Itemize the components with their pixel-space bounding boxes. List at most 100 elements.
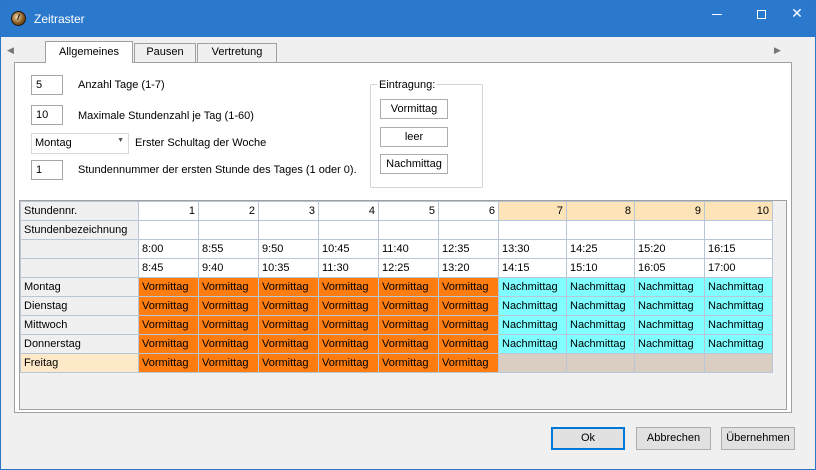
schedule-cell[interactable]: Vormittag	[438, 353, 499, 373]
schedule-cell[interactable]: Vormittag	[378, 277, 439, 297]
first-hour-label: Stundennummer der ersten Stunde des Tage…	[78, 164, 357, 176]
first-hour-input[interactable]: 1	[31, 160, 63, 180]
end-time-cell[interactable]: 9:40	[198, 258, 259, 278]
maximize-button[interactable]	[741, 1, 781, 29]
start-time-cell[interactable]: 14:25	[566, 239, 635, 259]
nachmittag-button[interactable]: Nachmittag	[380, 154, 448, 174]
schedule-cell[interactable]: Vormittag	[378, 296, 439, 316]
hour-number-cell: 4	[318, 201, 379, 221]
hour-label-cell[interactable]	[634, 220, 705, 240]
schedule-cell[interactable]: Nachmittag	[634, 315, 705, 335]
schedule-cell[interactable]: Vormittag	[378, 334, 439, 354]
hour-label-cell[interactable]	[704, 220, 773, 240]
schedule-cell[interactable]: Nachmittag	[634, 277, 705, 297]
schedule-cell[interactable]: Nachmittag	[704, 277, 773, 297]
schedule-cell[interactable]: Vormittag	[318, 315, 379, 335]
end-time-cell[interactable]: 8:45	[138, 258, 199, 278]
schedule-cell[interactable]: Vormittag	[198, 315, 259, 335]
vormittag-button[interactable]: Vormittag	[380, 99, 448, 119]
schedule-cell[interactable]: Nachmittag	[498, 296, 567, 316]
schedule-cell[interactable]: Vormittag	[138, 334, 199, 354]
schedule-cell[interactable]: Vormittag	[258, 296, 319, 316]
end-time-cell[interactable]: 17:00	[704, 258, 773, 278]
schedule-cell[interactable]	[566, 353, 635, 373]
schedule-cell[interactable]: Vormittag	[438, 296, 499, 316]
end-time-cell[interactable]: 16:05	[634, 258, 705, 278]
hour-label-cell[interactable]	[318, 220, 379, 240]
schedule-cell[interactable]: Nachmittag	[498, 315, 567, 335]
end-time-cell[interactable]: 13:20	[438, 258, 499, 278]
minimize-button[interactable]	[697, 1, 737, 29]
schedule-cell[interactable]: Nachmittag	[566, 296, 635, 316]
schedule-cell[interactable]: Vormittag	[198, 277, 259, 297]
schedule-cell[interactable]: Nachmittag	[704, 334, 773, 354]
start-time-cell[interactable]: 13:30	[498, 239, 567, 259]
schedule-cell[interactable]: Vormittag	[378, 315, 439, 335]
hour-label-cell[interactable]	[566, 220, 635, 240]
close-button[interactable]: ✕	[777, 1, 816, 29]
end-time-cell[interactable]: 14:15	[498, 258, 567, 278]
end-time-cell[interactable]: 15:10	[566, 258, 635, 278]
cancel-button[interactable]: Abbrechen	[636, 427, 711, 450]
schedule-cell[interactable]: Nachmittag	[704, 315, 773, 335]
schedule-cell[interactable]: Vormittag	[138, 315, 199, 335]
schedule-cell[interactable]: Nachmittag	[566, 277, 635, 297]
schedule-cell[interactable]: Vormittag	[318, 296, 379, 316]
schedule-cell[interactable]: Vormittag	[258, 334, 319, 354]
schedule-cell[interactable]: Vormittag	[198, 334, 259, 354]
schedule-cell[interactable]: Nachmittag	[634, 296, 705, 316]
schedule-cell[interactable]: Vormittag	[318, 277, 379, 297]
max-hours-input[interactable]: 10	[31, 105, 63, 125]
hour-label-cell[interactable]	[258, 220, 319, 240]
schedule-cell[interactable]	[634, 353, 705, 373]
schedule-cell[interactable]: Vormittag	[438, 315, 499, 335]
schedule-cell[interactable]: Nachmittag	[704, 296, 773, 316]
schedule-cell[interactable]: Nachmittag	[566, 334, 635, 354]
schedule-cell[interactable]: Vormittag	[318, 334, 379, 354]
start-time-cell[interactable]: 10:45	[318, 239, 379, 259]
start-time-cell[interactable]: 15:20	[634, 239, 705, 259]
schedule-cell[interactable]: Nachmittag	[498, 277, 567, 297]
schedule-cell[interactable]	[704, 353, 773, 373]
hour-label-cell[interactable]	[438, 220, 499, 240]
schedule-cell[interactable]: Vormittag	[138, 277, 199, 297]
schedule-cell[interactable]: Nachmittag	[566, 315, 635, 335]
start-time-cell[interactable]: 12:35	[438, 239, 499, 259]
tab-allgemeines[interactable]: Allgemeines	[45, 41, 133, 63]
days-input[interactable]: 5	[31, 75, 63, 95]
schedule-cell[interactable]: Nachmittag	[498, 334, 567, 354]
schedule-cell[interactable]: Vormittag	[258, 315, 319, 335]
tab-vertretung[interactable]: Vertretung	[197, 43, 277, 62]
hour-label-cell[interactable]	[138, 220, 199, 240]
apply-button[interactable]: Übernehmen	[721, 427, 795, 450]
hour-label-cell[interactable]	[378, 220, 439, 240]
start-time-cell[interactable]: 8:00	[138, 239, 199, 259]
hour-label-cell[interactable]	[198, 220, 259, 240]
start-time-cell[interactable]: 8:55	[198, 239, 259, 259]
schedule-cell[interactable]: Vormittag	[198, 353, 259, 373]
end-time-cell[interactable]: 12:25	[378, 258, 439, 278]
schedule-cell[interactable]: Vormittag	[138, 353, 199, 373]
first-day-select[interactable]: Montag ▼	[31, 133, 129, 154]
schedule-cell[interactable]: Vormittag	[318, 353, 379, 373]
start-time-cell[interactable]: 9:50	[258, 239, 319, 259]
ok-button[interactable]: Ok	[551, 427, 625, 450]
schedule-cell[interactable]: Vormittag	[198, 296, 259, 316]
schedule-cell[interactable]: Vormittag	[378, 353, 439, 373]
schedule-cell[interactable]: Vormittag	[438, 277, 499, 297]
start-time-cell[interactable]: 11:40	[378, 239, 439, 259]
schedule-cell[interactable]: Vormittag	[438, 334, 499, 354]
leer-button[interactable]: leer	[380, 127, 448, 147]
end-time-cell[interactable]: 10:35	[258, 258, 319, 278]
tab-pausen[interactable]: Pausen	[134, 43, 196, 62]
schedule-cell[interactable]: Vormittag	[258, 277, 319, 297]
schedule-cell[interactable]: Vormittag	[258, 353, 319, 373]
schedule-cell[interactable]: Vormittag	[138, 296, 199, 316]
tab-scroll-right-icon[interactable]: ▶	[774, 45, 781, 56]
start-time-cell[interactable]: 16:15	[704, 239, 773, 259]
tab-scroll-left-icon[interactable]: ◀	[7, 45, 14, 56]
schedule-cell[interactable]	[498, 353, 567, 373]
end-time-cell[interactable]: 11:30	[318, 258, 379, 278]
hour-label-cell[interactable]	[498, 220, 567, 240]
schedule-cell[interactable]: Nachmittag	[634, 334, 705, 354]
